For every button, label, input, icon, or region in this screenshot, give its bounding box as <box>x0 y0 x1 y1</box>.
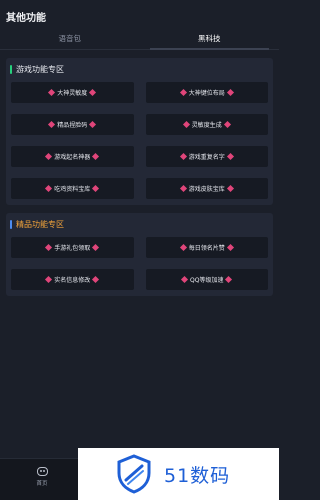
watermark-text: 51数码 <box>164 464 231 487</box>
button-label: 游戏皮肤宝库 <box>188 186 225 193</box>
diamond-icon <box>226 88 234 97</box>
button-label: 灵敏度生成 <box>191 122 222 129</box>
function-button[interactable]: 游戏皮肤宝库 <box>145 178 268 199</box>
button-label: 大神键位布局 <box>188 90 225 97</box>
gamepad-icon <box>36 467 48 476</box>
diamond-icon <box>225 275 233 284</box>
watermark: 51数码 <box>78 448 279 500</box>
diamond-icon <box>92 275 100 284</box>
button-label: 实名信息修改 <box>54 277 91 284</box>
section-title-text: 精品功能专区 <box>16 219 64 229</box>
diamond-icon <box>226 184 234 193</box>
button-label: 每日领名片赞 <box>188 245 225 252</box>
diamond-icon <box>226 152 234 161</box>
diamond-icon <box>89 120 97 129</box>
diamond-icon <box>223 120 231 129</box>
section-accent-bar <box>10 219 12 229</box>
premium-functions-section: 精品功能专区 手游礼包领取 每日领名片赞 实名信息修改 QQ等级加速 <box>6 213 273 296</box>
diamond-icon <box>48 120 56 129</box>
diamond-icon <box>226 243 234 252</box>
diamond-icon <box>45 184 53 193</box>
diamond-icon <box>45 152 53 161</box>
diamond-icon <box>92 184 100 193</box>
diamond-icon <box>180 275 189 284</box>
function-button[interactable]: 实名信息修改 <box>11 269 134 290</box>
diamond-icon <box>179 88 187 97</box>
button-label: 吃鸡资料宝库 <box>54 186 91 193</box>
diamond-icon <box>89 88 97 97</box>
function-button[interactable]: 手游礼包领取 <box>11 237 134 258</box>
function-button[interactable]: 灵敏度生成 <box>145 114 268 135</box>
nav-label: 首页 <box>36 481 48 487</box>
button-label: QQ等级加速 <box>190 277 224 284</box>
diamond-icon <box>48 88 56 97</box>
section-title: 游戏功能专区 <box>10 62 269 76</box>
button-label: 手游礼包领取 <box>54 245 91 252</box>
function-button[interactable]: 游戏重复名字 <box>145 146 268 167</box>
diamond-icon <box>45 243 53 252</box>
function-button[interactable]: 每日领名片赞 <box>145 237 268 258</box>
button-label: 游戏重复名字 <box>188 154 225 161</box>
shield-logo-icon <box>117 454 151 494</box>
section-accent-bar <box>10 64 12 74</box>
diamond-icon <box>179 243 187 252</box>
diamond-icon <box>92 243 100 252</box>
function-button[interactable]: 大神灵敏度 <box>11 82 134 103</box>
function-button[interactable]: 游戏起名神器 <box>11 146 134 167</box>
section-title-text: 游戏功能专区 <box>16 64 64 74</box>
diamond-icon <box>179 152 187 161</box>
function-button[interactable]: 精品捏脸码 <box>11 114 134 135</box>
function-button[interactable]: QQ等级加速 <box>145 269 268 290</box>
tab-bar: 语音包 黑科技 <box>0 30 279 50</box>
diamond-icon <box>45 275 53 284</box>
tab-black-tech[interactable]: 黑科技 <box>140 30 280 50</box>
button-label: 精品捏脸码 <box>57 122 88 129</box>
function-button[interactable]: 吃鸡资料宝库 <box>11 178 134 199</box>
diamond-icon <box>179 184 187 193</box>
button-label: 游戏起名神器 <box>54 154 91 161</box>
section-title: 精品功能专区 <box>10 217 269 231</box>
nav-item-home[interactable]: 首页 <box>22 467 62 487</box>
page-title: 其他功能 <box>6 13 46 24</box>
button-label: 大神灵敏度 <box>57 90 88 97</box>
game-functions-section: 游戏功能专区 大神灵敏度 大神键位布局 精品捏脸码 灵敏度生成 游戏起名神器 游… <box>6 58 273 205</box>
diamond-icon <box>92 152 100 161</box>
tab-voice-pack[interactable]: 语音包 <box>0 30 140 49</box>
diamond-icon <box>182 120 190 129</box>
function-button[interactable]: 大神键位布局 <box>145 82 268 103</box>
